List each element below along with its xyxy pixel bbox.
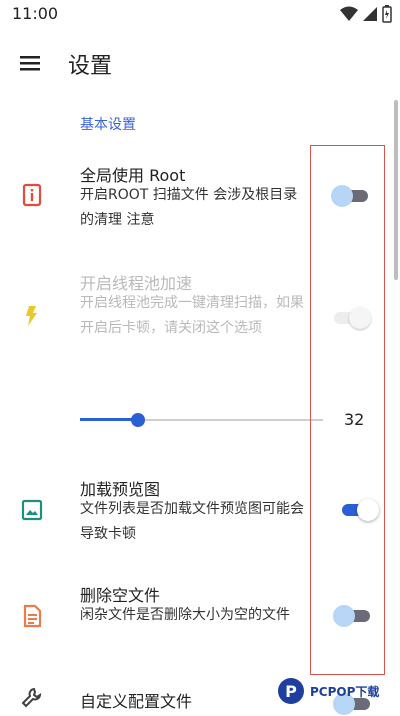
document-icon: [20, 604, 44, 628]
setting-summary: 开启ROOT 扫描文件 会涉及根目录的清理 注意: [80, 187, 298, 228]
global-root-switch[interactable]: [331, 184, 372, 208]
slider-fill: [80, 418, 138, 421]
watermark-logo-icon: P: [278, 678, 304, 704]
battery-icon: [382, 5, 392, 23]
setting-summary: 闲杂文件是否删除大小为空的文件: [80, 607, 290, 623]
setting-item-global-root[interactable]: 全局使用 Root 开启ROOT 扫描文件 会涉及根目录的清理 注意: [0, 160, 400, 240]
status-time: 11:00: [12, 4, 59, 23]
info-rect-icon: [20, 183, 44, 207]
hamburger-menu-icon[interactable]: [18, 50, 44, 76]
lightning-icon: [20, 304, 44, 328]
section-header: 基本设置: [80, 117, 136, 133]
thread-pool-switch: [332, 306, 372, 330]
watermark: P PCPOP下载: [276, 674, 379, 708]
setting-title: 自定义配置文件: [80, 692, 193, 711]
image-icon: [20, 498, 44, 522]
wrench-icon: [20, 686, 44, 710]
app-bar: 设置: [0, 36, 400, 92]
watermark-text: PCPOP下载: [310, 684, 380, 699]
svg-text:P: P: [285, 682, 297, 701]
signal-icon: [363, 7, 377, 21]
slider-handle[interactable]: [131, 413, 145, 427]
thread-count-slider[interactable]: [80, 410, 323, 430]
setting-item-thread-pool: 开启线程池加速 开启线程池完成一键清理扫描，如果开启后卡顿，请关闭这个选项: [0, 268, 400, 368]
status-bar: 11:00: [0, 0, 400, 28]
setting-summary: 开启线程池完成一键清理扫描，如果开启后卡顿，请关闭这个选项: [80, 295, 304, 336]
status-icons: [340, 5, 392, 23]
setting-summary: 文件列表是否加载文件预览图可能会导致卡顿: [80, 501, 304, 542]
scrollbar[interactable]: [394, 100, 398, 280]
delete-empty-switch[interactable]: [333, 604, 374, 628]
load-preview-switch[interactable]: [340, 498, 380, 522]
wifi-icon: [340, 6, 358, 21]
setting-item-delete-empty[interactable]: 删除空文件 闲杂文件是否删除大小为空的文件: [0, 580, 400, 660]
slider-value: 32: [344, 410, 365, 429]
setting-item-load-preview[interactable]: 加载预览图 文件列表是否加载文件预览图可能会导致卡顿: [0, 474, 400, 554]
page-title: 设置: [68, 54, 113, 79]
